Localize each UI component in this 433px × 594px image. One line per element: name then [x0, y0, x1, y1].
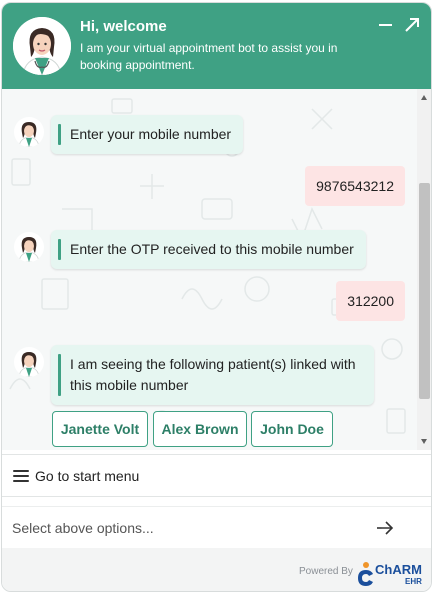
- minimize-icon[interactable]: [376, 15, 396, 35]
- bot-avatar: [14, 232, 44, 262]
- start-menu-label: Go to start menu: [35, 468, 140, 484]
- bot-message: Enter the OTP received to this mobile nu…: [51, 230, 366, 269]
- message-input-row: [2, 506, 431, 548]
- message-input[interactable]: [12, 515, 352, 541]
- chat-scrollbar[interactable]: [417, 89, 431, 450]
- chat-widget: Hi, welcome I am your virtual appointmen…: [1, 2, 432, 592]
- patient-option-button[interactable]: John Doe: [251, 411, 333, 447]
- chat-messages-area[interactable]: Enter your mobile number 9876543212 Ente…: [2, 89, 417, 450]
- footer: Powered By ChARM EHR: [2, 548, 431, 591]
- send-arrow-icon[interactable]: [374, 518, 396, 538]
- patient-option-button[interactable]: Alex Brown: [153, 411, 247, 447]
- scrollbar-thumb[interactable]: [419, 183, 430, 399]
- start-menu-button[interactable]: Go to start menu: [2, 454, 431, 497]
- scroll-up-arrow-icon[interactable]: [421, 95, 427, 100]
- header-title: Hi, welcome: [80, 18, 167, 35]
- expand-icon[interactable]: [402, 15, 422, 35]
- bot-avatar: [14, 347, 44, 377]
- patient-option-button[interactable]: Janette Volt: [52, 411, 148, 447]
- brand-main-text: ChARM: [375, 562, 422, 577]
- brand-sub-text: EHR: [405, 577, 422, 586]
- doctor-avatar: [13, 17, 71, 75]
- scroll-down-arrow-icon[interactable]: [421, 439, 427, 444]
- header-subtitle: I am your virtual appointment bot to ass…: [80, 41, 338, 72]
- user-message: 9876543212: [305, 166, 405, 206]
- hamburger-menu-icon: [13, 470, 29, 482]
- chat-header: Hi, welcome I am your virtual appointmen…: [2, 3, 431, 89]
- bot-avatar: [14, 117, 44, 147]
- bot-message: Enter your mobile number: [51, 115, 244, 154]
- bot-message: I am seeing the following patient(s) lin…: [51, 345, 374, 405]
- powered-by-text: Powered By: [299, 566, 353, 577]
- user-message: 312200: [336, 281, 405, 321]
